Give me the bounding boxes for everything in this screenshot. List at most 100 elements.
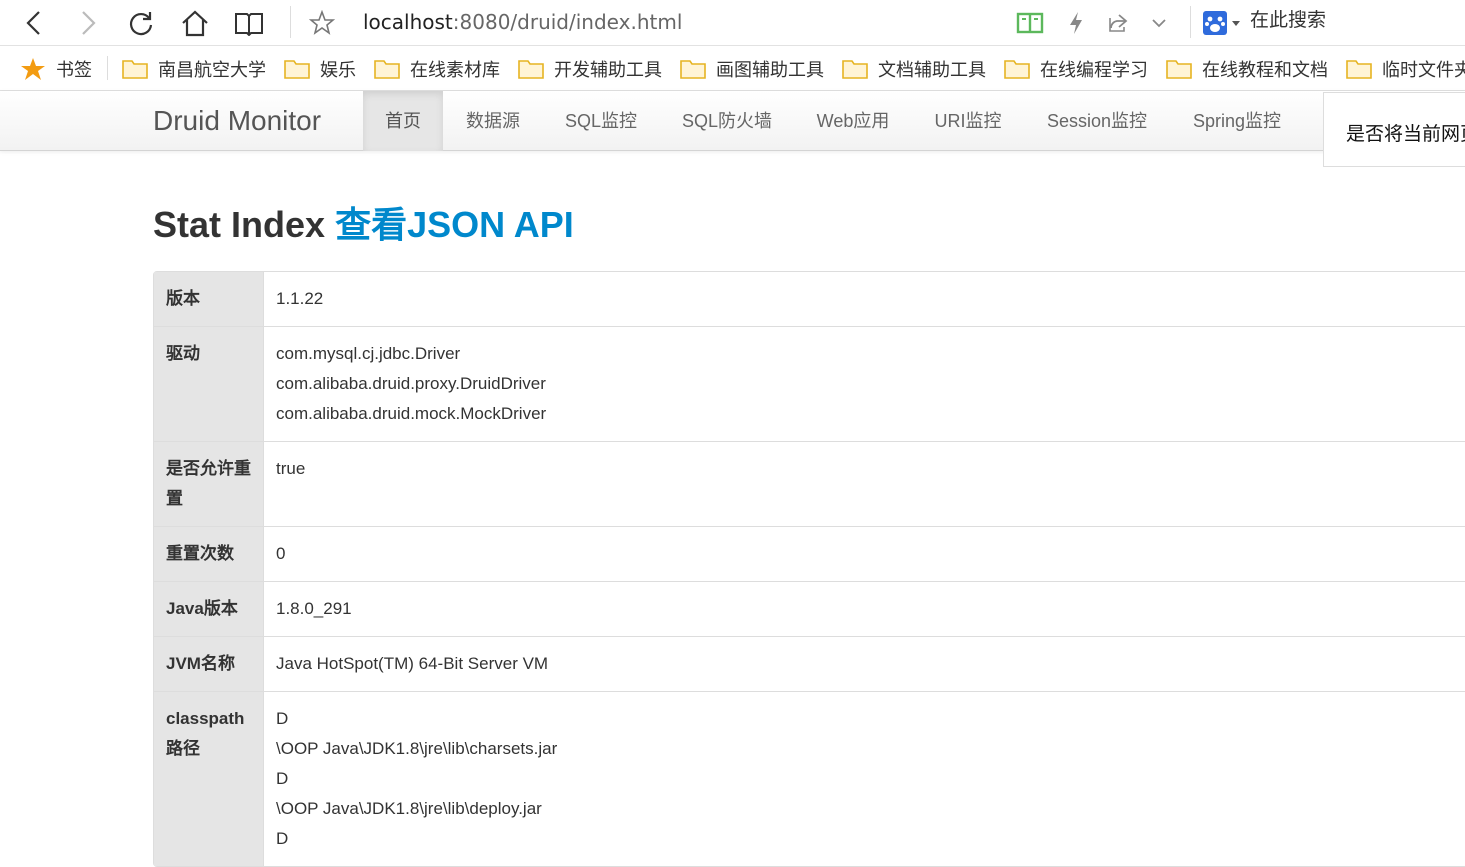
speed-mode-button[interactable] xyxy=(1058,5,1094,41)
bookmark-folder[interactable]: 文档辅助工具 xyxy=(842,46,986,91)
bookmark-label: 书签 xyxy=(56,59,92,80)
row-key: 重置次数 xyxy=(154,526,264,581)
bookmark-star-button[interactable] xyxy=(304,5,340,41)
toolbar-divider-2 xyxy=(1190,6,1191,38)
value-line: \OOP Java\JDK1.8\jre\lib\charsets.jar xyxy=(276,739,558,758)
reader-mode-button[interactable] xyxy=(1012,5,1048,41)
more-dropdown-button[interactable] xyxy=(1141,5,1177,41)
value-line: com.alibaba.druid.mock.MockDriver xyxy=(276,404,547,423)
value-line: 1.8.0_291 xyxy=(276,599,352,618)
bookmark-folder[interactable]: 在线教程和文档 xyxy=(1166,46,1328,91)
home-button[interactable] xyxy=(177,5,213,41)
forward-button[interactable] xyxy=(70,5,106,41)
translate-prompt-popup[interactable]: 是否将当前网页 xyxy=(1323,92,1465,167)
nav-tab-session-monitor[interactable]: Session监控 xyxy=(1030,91,1164,151)
bookmark-label: 娱乐 xyxy=(320,59,356,80)
browser-toolbar: localhost:8080/druid/index.html 在此搜索 xyxy=(0,0,1465,46)
search-engine-selector[interactable] xyxy=(1198,5,1244,41)
bookmark-folder[interactable]: 在线素材库 xyxy=(374,46,500,91)
nav-tab-sql-firewall[interactable]: SQL防火墙 xyxy=(664,91,790,151)
folder-icon xyxy=(680,59,706,79)
bookmarks-divider xyxy=(107,56,108,80)
home-icon xyxy=(182,10,208,37)
bookmark-folder[interactable]: 南昌航空大学 xyxy=(122,46,266,91)
value-line: 1.1.22 xyxy=(276,289,324,308)
table-row: Java版本 1.8.0_291 xyxy=(154,581,1465,636)
bookmark-label: 画图辅助工具 xyxy=(716,59,824,80)
folder-icon xyxy=(1004,59,1030,79)
reload-button[interactable] xyxy=(123,5,159,41)
bookmark-label: 在线教程和文档 xyxy=(1202,59,1328,80)
row-key: Java版本 xyxy=(154,581,264,636)
nav-tab-datasource[interactable]: 数据源 xyxy=(449,91,537,151)
back-button[interactable] xyxy=(16,5,52,41)
value-line: D xyxy=(276,829,289,848)
chevron-down-icon xyxy=(1152,19,1166,28)
reading-list-button[interactable] xyxy=(231,5,267,41)
table-row: 是否允许重置 true xyxy=(154,441,1465,526)
reader-mode-icon xyxy=(1016,12,1044,34)
share-icon xyxy=(1109,14,1128,32)
table-row: 驱动 com.mysql.cj.jdbc.Driver com.alibaba.… xyxy=(154,326,1465,441)
row-value: D \OOP Java\JDK1.8\jre\lib\charsets.jar … xyxy=(264,691,1465,866)
bookmarks-bar: 书签 南昌航空大学 娱乐 在线素材库 开发辅助工具 画图辅助工具 文档辅助工具 … xyxy=(0,46,1465,91)
json-api-link[interactable]: 查看JSON API xyxy=(335,204,574,245)
url-host: localhost xyxy=(363,10,453,34)
value-line: D xyxy=(276,769,289,788)
baidu-paw-icon xyxy=(1202,11,1227,35)
row-key: 驱动 xyxy=(154,326,264,441)
row-key: classpath路径 xyxy=(154,691,264,866)
row-value: true xyxy=(264,441,1465,526)
value-line: Java HotSpot(TM) 64-Bit Server VM xyxy=(276,654,549,673)
table-row: 重置次数 0 xyxy=(154,526,1465,581)
address-bar[interactable]: localhost:8080/druid/index.html xyxy=(363,9,682,35)
forward-arrow-icon xyxy=(82,11,96,35)
nav-tab-home[interactable]: 首页 xyxy=(363,91,443,151)
bookmark-folder[interactable]: 在线编程学习 xyxy=(1004,46,1148,91)
table-row: JVM名称 Java HotSpot(TM) 64-Bit Server VM xyxy=(154,636,1465,691)
brand-title[interactable]: Druid Monitor xyxy=(153,91,321,151)
folder-icon xyxy=(1166,59,1192,79)
bookmark-folder[interactable]: 临时文件夹 xyxy=(1346,46,1465,91)
folder-icon xyxy=(842,59,868,79)
folder-icon xyxy=(518,59,544,79)
nav-tab-sql-monitor[interactable]: SQL监控 xyxy=(548,91,654,151)
row-value: com.mysql.cj.jdbc.Driver com.alibaba.dru… xyxy=(264,326,1465,441)
bookmark-label: 开发辅助工具 xyxy=(554,59,662,80)
reload-icon xyxy=(129,12,153,36)
book-icon xyxy=(235,13,263,36)
folder-icon xyxy=(284,59,310,79)
bookmark-folder[interactable]: 开发辅助工具 xyxy=(518,46,662,91)
value-line: true xyxy=(276,459,306,478)
back-arrow-icon xyxy=(26,11,40,35)
bookmark-label: 南昌航空大学 xyxy=(158,59,266,80)
row-key: 是否允许重置 xyxy=(154,441,264,526)
bookmark-label: 临时文件夹 xyxy=(1382,59,1465,80)
value-line: com.mysql.cj.jdbc.Driver xyxy=(276,344,461,363)
search-box[interactable]: 在此搜索 xyxy=(1250,8,1326,34)
folder-icon xyxy=(374,59,400,79)
stat-table: 版本 1.1.22 驱动 com.mysql.cj.jdbc.Driver co… xyxy=(153,271,1465,867)
star-outline-icon xyxy=(309,10,335,35)
row-value: 1.8.0_291 xyxy=(264,581,1465,636)
nav-tab-spring-monitor[interactable]: Spring监控 xyxy=(1176,91,1298,151)
row-key: 版本 xyxy=(154,272,264,326)
bookmark-label: 在线素材库 xyxy=(410,59,500,80)
nav-tab-web-app[interactable]: Web应用 xyxy=(800,91,906,151)
row-value: 0 xyxy=(264,526,1465,581)
bookmark-item-bookmarks[interactable]: 书签 xyxy=(20,46,92,91)
share-button[interactable] xyxy=(1100,5,1136,41)
bookmark-folder[interactable]: 娱乐 xyxy=(284,46,356,91)
table-row: classpath路径 D \OOP Java\JDK1.8\jre\lib\c… xyxy=(154,691,1465,866)
value-line: D xyxy=(276,709,289,728)
nav-tab-uri-monitor[interactable]: URI监控 xyxy=(918,91,1018,151)
bookmark-label: 文档辅助工具 xyxy=(878,59,986,80)
toolbar-divider xyxy=(290,6,291,38)
table-row: 版本 1.1.22 xyxy=(154,272,1465,326)
value-line: \OOP Java\JDK1.8\jre\lib\deploy.jar xyxy=(276,799,542,818)
app-navbar: Druid Monitor 首页 数据源 SQL监控 SQL防火墙 Web应用 … xyxy=(0,91,1465,151)
bookmark-folder[interactable]: 画图辅助工具 xyxy=(680,46,824,91)
row-key: JVM名称 xyxy=(154,636,264,691)
bookmark-label: 在线编程学习 xyxy=(1040,59,1148,80)
folder-icon xyxy=(122,59,148,79)
